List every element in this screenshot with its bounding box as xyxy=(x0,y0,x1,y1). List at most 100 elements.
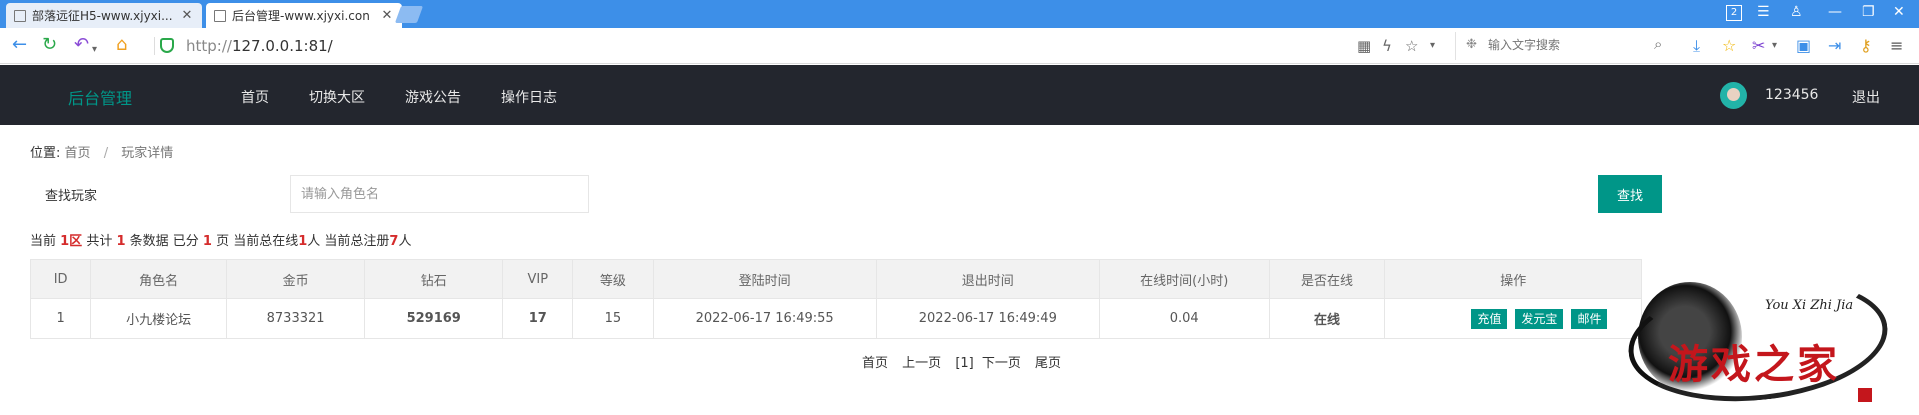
browser-search-input[interactable] xyxy=(1486,32,1646,58)
stats-pages: 1 xyxy=(202,234,212,249)
minimize-icon[interactable]: — xyxy=(1828,4,1842,20)
col-vip: VIP xyxy=(502,259,574,299)
cell-level: 15 xyxy=(572,298,654,339)
role-name-input[interactable] xyxy=(290,175,589,213)
browser-tab-strip: 部落远征H5-www.xjyxi... ✕ 后台管理-www.xjyxi.con… xyxy=(0,0,1919,28)
scissors-icon[interactable]: ✂ xyxy=(1752,36,1765,55)
search-button[interactable]: 查找 xyxy=(1598,175,1662,213)
more-menu-icon[interactable]: ≡ xyxy=(1890,36,1903,55)
cell-online-status: 在线 xyxy=(1268,298,1386,339)
pager-prev[interactable]: 上一页 xyxy=(902,356,941,371)
stats-summary: 当前 1区 共计 1 条数据 已分 1 页 当前总在线1人 当前总注册7人 xyxy=(30,230,411,249)
username[interactable]: 123456 xyxy=(1765,87,1818,103)
menu-icon[interactable]: ☰ xyxy=(1757,4,1770,20)
col-diamond: 钻石 xyxy=(364,259,504,299)
mail-button[interactable]: 邮件 xyxy=(1571,308,1608,329)
stats-text: 条数据 已分 xyxy=(125,234,203,249)
skin-icon[interactable]: ♙ xyxy=(1790,4,1803,20)
url-protocol: http:// xyxy=(186,37,232,55)
divider xyxy=(154,37,155,55)
browser-tab[interactable]: 部落远征H5-www.xjyxi... ✕ xyxy=(6,3,202,28)
chevron-down-icon[interactable]: ▾ xyxy=(1430,40,1435,51)
cell-gold: 8733321 xyxy=(225,298,366,339)
chevron-down-icon[interactable]: ▾ xyxy=(1772,40,1777,51)
pager-last[interactable]: 尾页 xyxy=(1035,356,1061,371)
nav-operation-log[interactable]: 操作日志 xyxy=(501,87,557,107)
nav-announcements[interactable]: 游戏公告 xyxy=(405,87,461,107)
undo-icon[interactable]: ↶ xyxy=(74,35,89,55)
paw-icon: ❉ xyxy=(1466,37,1477,52)
search-box: ❉ ⌕ xyxy=(1455,32,1673,60)
reload-icon[interactable]: ↻ xyxy=(42,35,57,55)
chevron-down-icon[interactable]: ▾ xyxy=(92,40,97,60)
table-header-row: ID 角色名 金币 钻石 VIP 等级 登陆时间 退出时间 在线时间(小时) 是… xyxy=(29,259,1642,299)
cell-online-hours: 0.04 xyxy=(1098,298,1270,339)
stats-text: 页 当前总在线 xyxy=(211,234,299,249)
col-actions: 操作 xyxy=(1384,259,1642,299)
extension-icon[interactable]: ▣ xyxy=(1796,36,1811,55)
col-logout-time: 退出时间 xyxy=(875,259,1100,299)
watermark-logo: You Xi Zhi Jia 游戏之家 xyxy=(1620,266,1919,415)
back-icon[interactable]: ← xyxy=(12,35,27,55)
table-row: 1 小九楼论坛 8733321 529169 17 15 2022-06-17 … xyxy=(29,298,1642,339)
stats-text: 人 当前总注册 xyxy=(307,234,390,249)
nav-home[interactable]: 首页 xyxy=(241,87,269,107)
close-window-icon[interactable]: ✕ xyxy=(1893,4,1905,20)
new-tab-button[interactable] xyxy=(394,6,424,23)
brand-title[interactable]: 后台管理 xyxy=(68,85,132,109)
breadcrumb-current: 玩家详情 xyxy=(121,146,174,161)
col-online-hours: 在线时间(小时) xyxy=(1098,259,1270,299)
page-icon xyxy=(14,9,26,22)
stats-text: 共计 xyxy=(82,234,117,249)
qr-code-icon[interactable]: ▦ xyxy=(1357,37,1371,55)
key-icon[interactable]: ⚷ xyxy=(1860,36,1872,55)
watermark-subtitle: You Xi Zhi Jia xyxy=(1765,298,1854,313)
admin-header: 后台管理 首页 切换大区 游戏公告 操作日志 123456 退出 xyxy=(0,65,1919,125)
page-icon xyxy=(214,9,226,22)
breadcrumb: 位置: 首页 / 玩家详情 xyxy=(30,142,173,161)
cell-login-time: 2022-06-17 16:49:55 xyxy=(652,298,877,339)
close-icon[interactable]: ✕ xyxy=(180,8,194,23)
col-id: ID xyxy=(29,259,92,299)
star-icon[interactable]: ☆ xyxy=(1405,37,1418,55)
lightning-icon[interactable]: ϟ xyxy=(1382,37,1392,55)
login-icon[interactable]: ⇥ xyxy=(1828,36,1841,55)
browser-tab-title: 后台管理-www.xjyxi.con xyxy=(232,9,370,23)
window-count-badge[interactable]: 2 xyxy=(1726,5,1742,21)
send-yuanbao-button[interactable]: 发元宝 xyxy=(1515,308,1564,329)
cell-id: 1 xyxy=(29,298,92,339)
search-label: 查找玩家 xyxy=(45,189,98,204)
close-icon[interactable]: ✕ xyxy=(380,8,394,23)
favorites-icon[interactable]: ☆ xyxy=(1722,36,1736,55)
stats-region: 1区 xyxy=(60,234,83,249)
cell-diamond: 529169 xyxy=(364,298,504,339)
nav-switch-region[interactable]: 切换大区 xyxy=(309,87,365,107)
pager-next[interactable]: 下一页 xyxy=(982,356,1021,371)
player-table: ID 角色名 金币 钻石 VIP 等级 登陆时间 退出时间 在线时间(小时) 是… xyxy=(29,259,1642,339)
breadcrumb-home[interactable]: 首页 xyxy=(65,146,91,161)
col-is-online: 是否在线 xyxy=(1268,259,1386,299)
browser-tab-active[interactable]: 后台管理-www.xjyxi.con ✕ xyxy=(206,3,402,28)
recharge-button[interactable]: 充值 xyxy=(1471,308,1508,329)
url-field[interactable]: http://127.0.0.1:81/ xyxy=(186,37,333,55)
search-icon[interactable]: ⌕ xyxy=(1654,35,1662,53)
cell-vip: 17 xyxy=(502,298,574,339)
breadcrumb-label: 位置: xyxy=(30,146,61,161)
stats-total: 1 xyxy=(116,234,126,249)
address-bar: ← ↻ ↶ ▾ ⌂ http://127.0.0.1:81/ ▦ ϟ ☆ ▾ ❉… xyxy=(0,28,1919,64)
stats-text: 人 xyxy=(398,234,412,249)
logout-link[interactable]: 退出 xyxy=(1852,87,1880,107)
pager-current: [1] xyxy=(955,356,974,371)
pager-first[interactable]: 首页 xyxy=(862,356,888,371)
avatar[interactable] xyxy=(1720,82,1747,109)
url-host: 127.0.0.1:81/ xyxy=(231,37,333,55)
security-shield-icon[interactable] xyxy=(160,38,174,53)
stats-online: 1 xyxy=(298,234,308,249)
breadcrumb-separator: / xyxy=(103,146,109,161)
col-role-name: 角色名 xyxy=(90,259,227,299)
cell-logout-time: 2022-06-17 16:49:49 xyxy=(875,298,1100,339)
restore-icon[interactable]: ❐ xyxy=(1862,4,1875,20)
download-icon[interactable]: ⤓ xyxy=(1693,36,1700,56)
seal-stamp xyxy=(1858,388,1872,402)
home-icon[interactable]: ⌂ xyxy=(116,35,127,55)
